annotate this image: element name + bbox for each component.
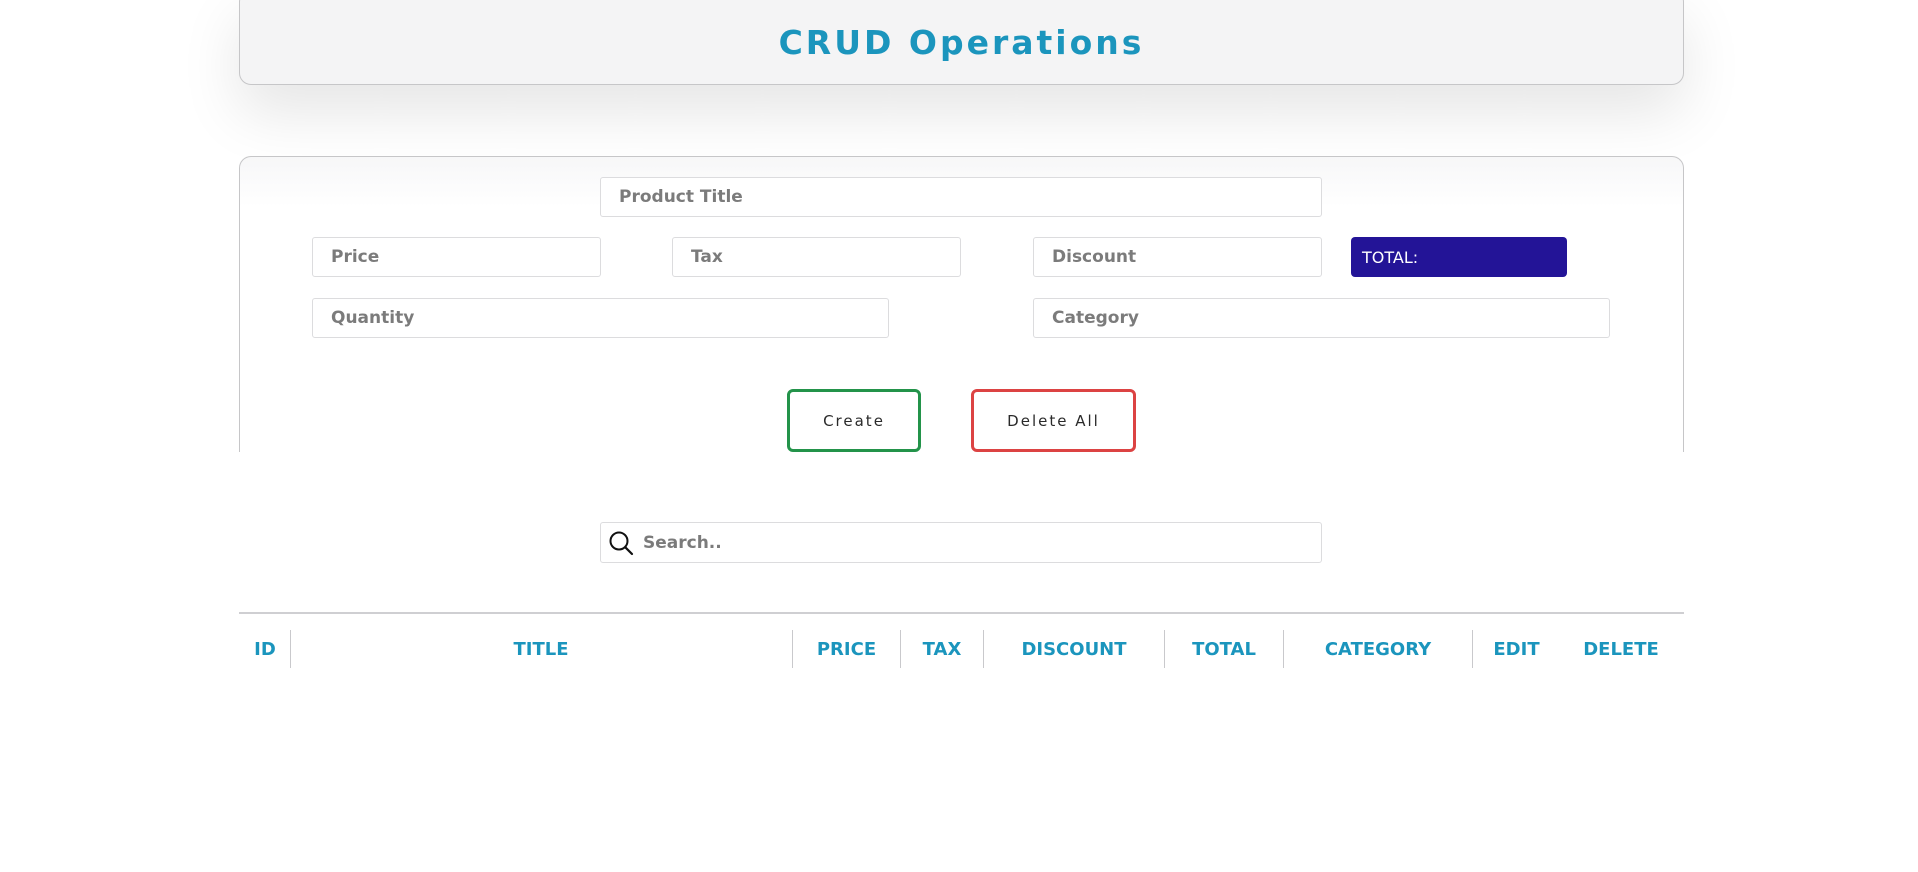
category-input[interactable]: [1033, 298, 1610, 338]
search-bar[interactable]: [600, 522, 1322, 563]
quantity-input[interactable]: [312, 298, 889, 338]
search-icon: [609, 531, 634, 556]
page-title: CRUD Operations: [778, 23, 1145, 62]
header-panel: CRUD Operations: [239, 0, 1684, 85]
column-header-edit: EDIT: [1493, 638, 1540, 660]
delete-all-button[interactable]: Delete All: [971, 389, 1136, 452]
table-top-divider: [239, 612, 1684, 614]
column-header-total: TOTAL: [1192, 638, 1256, 660]
tax-input[interactable]: [672, 237, 961, 277]
product-title-input[interactable]: [600, 177, 1322, 217]
price-input[interactable]: [312, 237, 601, 277]
column-header-discount: DISCOUNT: [1021, 638, 1127, 660]
column-header-category: CATEGORY: [1324, 638, 1432, 660]
column-header-tax: TAX: [922, 638, 962, 660]
total-display: TOTAL:: [1351, 237, 1567, 277]
column-header-delete: DELETE: [1583, 638, 1659, 660]
column-header-id: ID: [254, 638, 276, 660]
create-button[interactable]: Create: [787, 389, 921, 452]
search-input[interactable]: [641, 523, 1311, 562]
total-label: TOTAL:: [1362, 247, 1419, 267]
column-header-price: PRICE: [816, 638, 877, 660]
discount-input[interactable]: [1033, 237, 1322, 277]
column-header-title: TITLE: [513, 638, 569, 660]
